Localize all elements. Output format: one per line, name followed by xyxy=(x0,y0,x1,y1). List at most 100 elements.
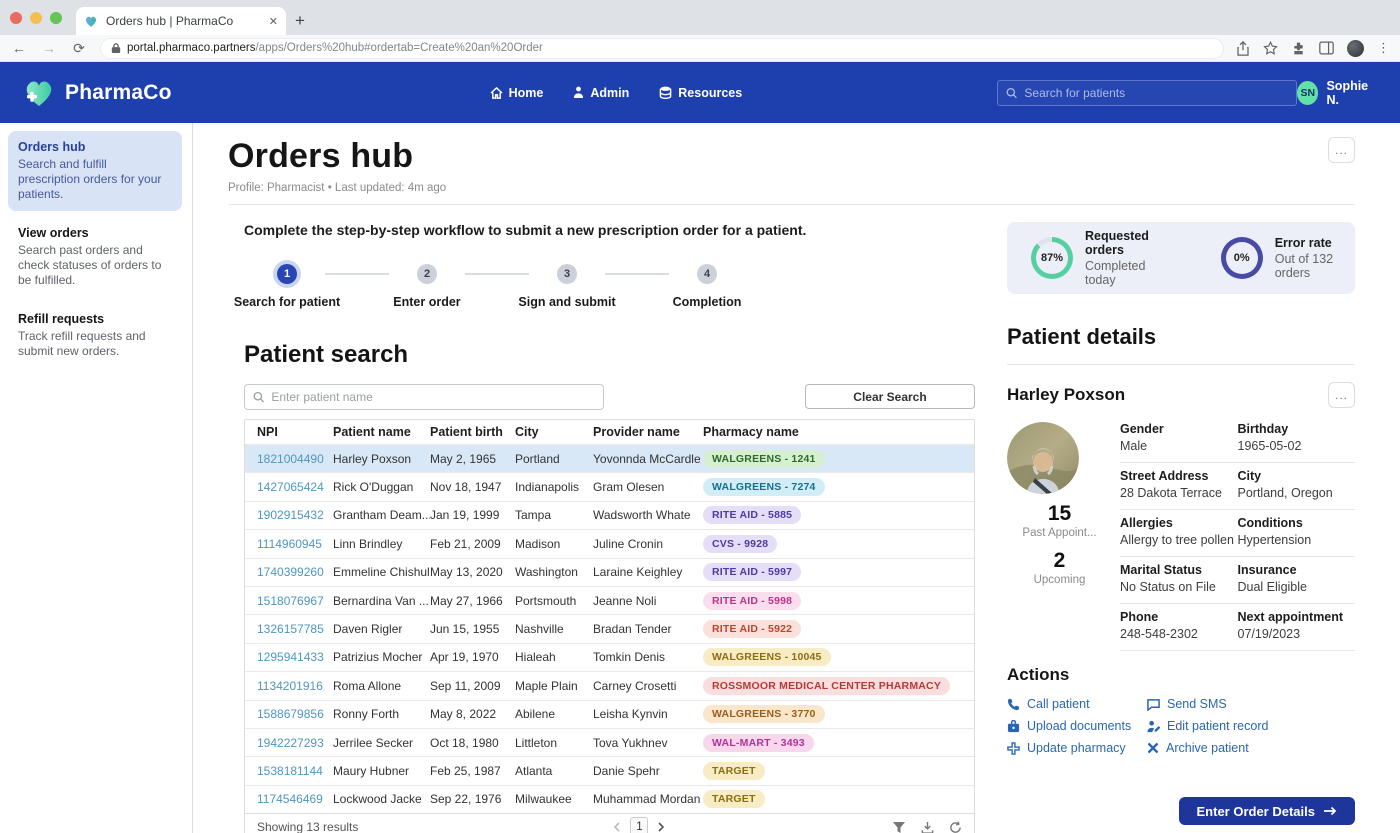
table-row[interactable]: 1942227293 Jerrilee Secker Oct 18, 1980 … xyxy=(245,728,974,756)
send-sms-action[interactable]: Send SMS xyxy=(1147,697,1355,711)
current-page[interactable]: 1 xyxy=(630,817,648,833)
url-domain: portal.pharmaco.partners xyxy=(127,42,255,54)
table-row[interactable]: 1326157785 Daven Rigler Jun 15, 1955 Nas… xyxy=(245,614,974,642)
npi-link[interactable]: 1902915432 xyxy=(257,508,333,522)
patient-name-input[interactable] xyxy=(271,390,595,404)
pharmacy-cell: RITE AID - 5997 xyxy=(703,563,974,581)
nav-item-resources[interactable]: Resources xyxy=(659,86,742,100)
forward-icon[interactable]: → xyxy=(40,40,58,56)
archive-patient-action[interactable]: Archive patient xyxy=(1147,741,1355,755)
extensions-icon[interactable] xyxy=(1291,41,1306,56)
maximize-window-icon[interactable] xyxy=(50,12,62,24)
npi-link[interactable]: 1134201916 xyxy=(257,679,333,693)
npi-link[interactable]: 1740399260 xyxy=(257,565,333,579)
next-page-icon[interactable] xyxy=(658,822,665,832)
table-row[interactable]: 1902915432 Grantham Deam... Jan 19, 1999… xyxy=(245,501,974,529)
sidebar-item-refill-requests[interactable]: Refill requests Track refill requests an… xyxy=(8,303,182,368)
browser-tab[interactable]: Orders hub | PharmaCo ✕ xyxy=(76,7,286,35)
browser-profile-avatar[interactable] xyxy=(1347,40,1364,57)
patient-search-input[interactable] xyxy=(1024,86,1288,100)
action-label: Upload documents xyxy=(1027,719,1131,733)
refresh-icon[interactable] xyxy=(949,821,962,833)
table-row[interactable]: 1174546469 Lockwood Jacke Sep 22, 1976 M… xyxy=(245,785,974,813)
table-row[interactable]: 1114960945 Linn Brindley Feb 21, 2009 Ma… xyxy=(245,529,974,557)
npi-link[interactable]: 1942227293 xyxy=(257,736,333,750)
sidebar-item-view-orders[interactable]: View orders Search past orders and check… xyxy=(8,217,182,297)
window-controls[interactable] xyxy=(10,0,76,35)
enter-order-details-button[interactable]: Enter Order Details xyxy=(1179,797,1356,825)
browser-menu-icon[interactable]: ⋮ xyxy=(1377,40,1390,56)
step-label: Completion xyxy=(673,295,742,309)
user-avatar[interactable]: SN xyxy=(1297,81,1318,105)
npi-link[interactable]: 1588679856 xyxy=(257,707,333,721)
step-circle: 2 xyxy=(417,264,437,284)
brand[interactable]: PharmaCo xyxy=(22,78,172,108)
table-row[interactable]: 1427065424 Rick O'Duggan Nov 18, 1947 In… xyxy=(245,472,974,500)
sidebar-item-orders-hub[interactable]: Orders hub Search and fulfill prescripti… xyxy=(8,131,182,211)
upload-documents-action[interactable]: Upload documents xyxy=(1007,719,1147,733)
col-pharmacy-name[interactable]: Pharmacy name xyxy=(703,425,974,439)
patient-birth-cell: Feb 21, 2009 xyxy=(430,537,515,551)
bookmark-star-icon[interactable] xyxy=(1263,41,1278,56)
col-npi[interactable]: NPI xyxy=(257,425,333,439)
step-connector xyxy=(325,273,389,275)
patient-name-search[interactable] xyxy=(244,384,604,410)
patient-search-heading: Patient search xyxy=(244,341,975,369)
download-icon[interactable] xyxy=(921,821,934,833)
npi-link[interactable]: 1295941433 xyxy=(257,650,333,664)
table-row[interactable]: 1740399260 Emmeline Chishull May 13, 202… xyxy=(245,558,974,586)
page-menu-button[interactable]: ... xyxy=(1328,137,1355,163)
edit-patient-record-action[interactable]: Edit patient record xyxy=(1147,719,1355,733)
header-search[interactable] xyxy=(997,80,1297,106)
browser-toolbar: ← → ⟳ portal.pharmaco.partners/apps/Orde… xyxy=(0,35,1400,62)
step-enter-order[interactable]: 2 Enter order xyxy=(389,264,465,309)
new-tab-button[interactable]: + xyxy=(286,7,314,35)
prev-page-icon[interactable] xyxy=(613,822,620,832)
step-sign-and-submit[interactable]: 3 Sign and submit xyxy=(529,264,605,309)
close-window-icon[interactable] xyxy=(10,12,22,24)
step-search-for-patient[interactable]: 1 Search for patient xyxy=(249,264,325,309)
table-row[interactable]: 1588679856 Ronny Forth May 8, 2022 Abile… xyxy=(245,700,974,728)
filter-icon[interactable] xyxy=(892,821,906,833)
tab-close-icon[interactable]: ✕ xyxy=(269,15,278,28)
col-city[interactable]: City xyxy=(515,425,593,439)
page-subtitle: Profile: Pharmacist • Last updated: 4m a… xyxy=(228,182,1355,194)
step-completion[interactable]: 4 Completion xyxy=(669,264,745,309)
col-patient-birth[interactable]: Patient birth xyxy=(430,425,515,439)
provider-cell: Juline Cronin xyxy=(593,537,703,551)
table-row[interactable]: 1134201916 Roma Allone Sep 11, 2009 Mapl… xyxy=(245,671,974,699)
side-panel-icon[interactable] xyxy=(1319,41,1334,55)
npi-link[interactable]: 1821004490 xyxy=(257,452,333,466)
sidebar-item-desc: Track refill requests and submit new ord… xyxy=(18,329,172,359)
nav-item-home[interactable]: Home xyxy=(490,86,544,100)
patient-menu-button[interactable]: ... xyxy=(1328,382,1355,408)
col-provider-name[interactable]: Provider name xyxy=(593,425,703,439)
npi-link[interactable]: 1174546469 xyxy=(257,792,333,806)
call-patient-action[interactable]: Call patient xyxy=(1007,697,1147,711)
user-menu[interactable]: SN Sophie N. xyxy=(1297,79,1378,107)
col-patient-name[interactable]: Patient name xyxy=(333,425,430,439)
npi-link[interactable]: 1427065424 xyxy=(257,480,333,494)
upcoming-label: Upcoming xyxy=(1007,574,1112,586)
city-cell: Littleton xyxy=(515,736,593,750)
patient-birth-cell: Jun 15, 1955 xyxy=(430,622,515,636)
clear-search-button[interactable]: Clear Search xyxy=(805,384,975,409)
npi-link[interactable]: 1326157785 xyxy=(257,622,333,636)
table-row[interactable]: 1295941433 Patrizius Mocher Apr 19, 1970… xyxy=(245,643,974,671)
npi-link[interactable]: 1518076967 xyxy=(257,594,333,608)
table-row[interactable]: 1538181144 Maury Hubner Feb 25, 1987 Atl… xyxy=(245,756,974,784)
reload-icon[interactable]: ⟳ xyxy=(70,40,88,57)
npi-link[interactable]: 1538181144 xyxy=(257,764,333,778)
npi-link[interactable]: 1114960945 xyxy=(257,537,333,551)
pharmacy-badge: TARGET xyxy=(703,762,765,780)
table-row[interactable]: 1821004490 Harley Poxson May 2, 1965 Por… xyxy=(245,444,974,472)
share-icon[interactable] xyxy=(1236,41,1250,56)
table-row[interactable]: 1518076967 Bernardina Van ... May 27, 19… xyxy=(245,586,974,614)
field-value: 1965-05-02 xyxy=(1238,439,1356,453)
update-pharmacy-action[interactable]: Update pharmacy xyxy=(1007,741,1147,755)
address-bar[interactable]: portal.pharmaco.partners/apps/Orders%20h… xyxy=(100,38,1224,59)
minimize-window-icon[interactable] xyxy=(30,12,42,24)
field-label: Street Address xyxy=(1120,469,1238,483)
nav-item-admin[interactable]: Admin xyxy=(573,86,629,100)
back-icon[interactable]: ← xyxy=(10,40,28,56)
